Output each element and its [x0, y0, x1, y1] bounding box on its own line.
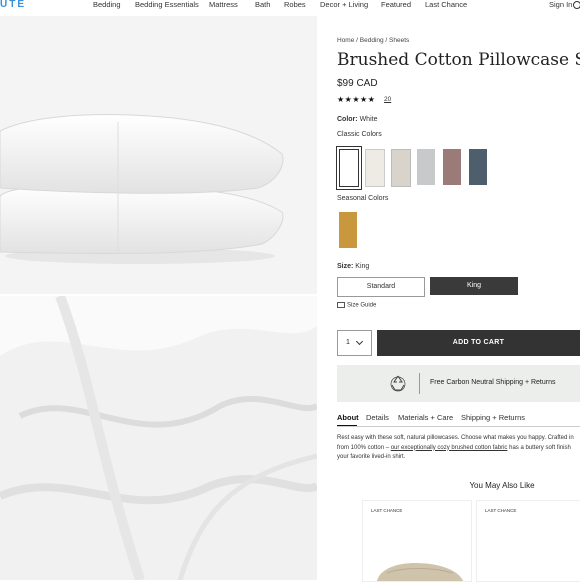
- description-line-1: Rest easy with these soft, natural pillo…: [337, 435, 574, 441]
- pillows-illustration: [0, 114, 284, 264]
- sign-in-link[interactable]: Sign In: [549, 0, 572, 9]
- color-label-prefix: Color:: [337, 116, 358, 123]
- size-label-prefix: Size:: [337, 263, 354, 270]
- size-label: Size: King: [337, 263, 369, 270]
- recommendation-card-1[interactable]: LAST CHANCE: [362, 500, 472, 582]
- review-count-link[interactable]: 20: [384, 96, 391, 103]
- product-price: $99 CAD: [337, 78, 378, 89]
- size-guide-link[interactable]: Size Guide: [337, 302, 376, 309]
- top-nav: UTE Bedding Bedding Essentials Mattress …: [0, 0, 580, 14]
- tab-details[interactable]: Details: [366, 413, 389, 422]
- tab-shipping-returns[interactable]: Shipping + Returns: [461, 413, 525, 422]
- nav-item-decor-living[interactable]: Decor + Living: [320, 0, 368, 9]
- description-line-2-start: from 100% cotton –: [337, 444, 391, 451]
- search-icon[interactable]: [573, 1, 580, 9]
- product-title: Brushed Cotton Pillowcase S: [337, 50, 580, 70]
- tab-active-indicator: [337, 425, 357, 426]
- recommendation-card-2[interactable]: LAST CHANCE: [476, 500, 580, 582]
- color-value: White: [359, 116, 378, 123]
- product-description: Rest easy with these soft, natural pillo…: [337, 434, 580, 463]
- banner-divider: [419, 373, 420, 394]
- fabric-illustration: [0, 296, 317, 580]
- size-value: King: [355, 263, 370, 270]
- product-image-fabric-closeup[interactable]: [0, 296, 317, 580]
- chevron-down-icon: [355, 337, 364, 346]
- nav-item-featured[interactable]: Featured: [381, 0, 411, 9]
- recycle-icon: [390, 375, 406, 392]
- quantity-select[interactable]: 1: [337, 330, 372, 356]
- swatch-slate[interactable]: [469, 149, 487, 185]
- swatch-ivory[interactable]: [365, 149, 385, 187]
- swatch-ochre[interactable]: [339, 212, 357, 248]
- swatch-grey[interactable]: [417, 149, 435, 185]
- breadcrumb[interactable]: Home / Bedding / Sheets: [337, 37, 409, 44]
- swatch-white[interactable]: [339, 149, 359, 187]
- color-label: Color: White: [337, 116, 377, 123]
- product-image-pillows[interactable]: [0, 16, 317, 294]
- duvet-illustration: [377, 563, 463, 581]
- tab-materials-care[interactable]: Materials + Care: [398, 413, 453, 422]
- description-line-2-end: has a buttery soft finish: [507, 444, 571, 451]
- nav-item-bedding[interactable]: Bedding: [93, 0, 121, 9]
- nav-item-bath[interactable]: Bath: [255, 0, 270, 9]
- swatch-mauve[interactable]: [443, 149, 461, 185]
- ruler-icon: [337, 302, 345, 308]
- quantity-value: 1: [346, 339, 350, 346]
- add-to-cart-button[interactable]: ADD TO CART: [377, 330, 580, 356]
- seasonal-colors-label: Seasonal Colors: [337, 195, 389, 202]
- nav-item-mattress[interactable]: Mattress: [209, 0, 238, 9]
- tab-divider: [337, 426, 580, 427]
- shipping-text: Free Carbon Neutral Shipping + Returns: [430, 379, 556, 386]
- description-line-3: your favorite lived-in shirt.: [337, 454, 406, 460]
- nav-item-bedding-essentials[interactable]: Bedding Essentials: [135, 0, 199, 9]
- swatch-sand[interactable]: [391, 149, 411, 187]
- last-chance-badge: LAST CHANCE: [483, 507, 519, 514]
- nav-item-robes[interactable]: Robes: [284, 0, 306, 9]
- rating-stars: ★★★★★: [337, 95, 376, 104]
- brushed-cotton-link[interactable]: our exceptionally cozy brushed cotton fa…: [391, 445, 508, 451]
- tab-about[interactable]: About: [337, 413, 359, 422]
- size-guide-label: Size Guide: [347, 302, 377, 309]
- size-option-king[interactable]: King: [430, 277, 518, 295]
- brand-logo[interactable]: UTE: [0, 0, 26, 10]
- shipping-banner: Free Carbon Neutral Shipping + Returns: [337, 365, 580, 402]
- you-may-also-like-heading: You May Also Like: [469, 481, 535, 490]
- size-option-standard[interactable]: Standard: [337, 277, 425, 297]
- nav-item-last-chance[interactable]: Last Chance: [425, 0, 467, 9]
- description-line-2: from 100% cotton – our exceptionally coz…: [337, 444, 580, 454]
- classic-colors-label: Classic Colors: [337, 131, 382, 138]
